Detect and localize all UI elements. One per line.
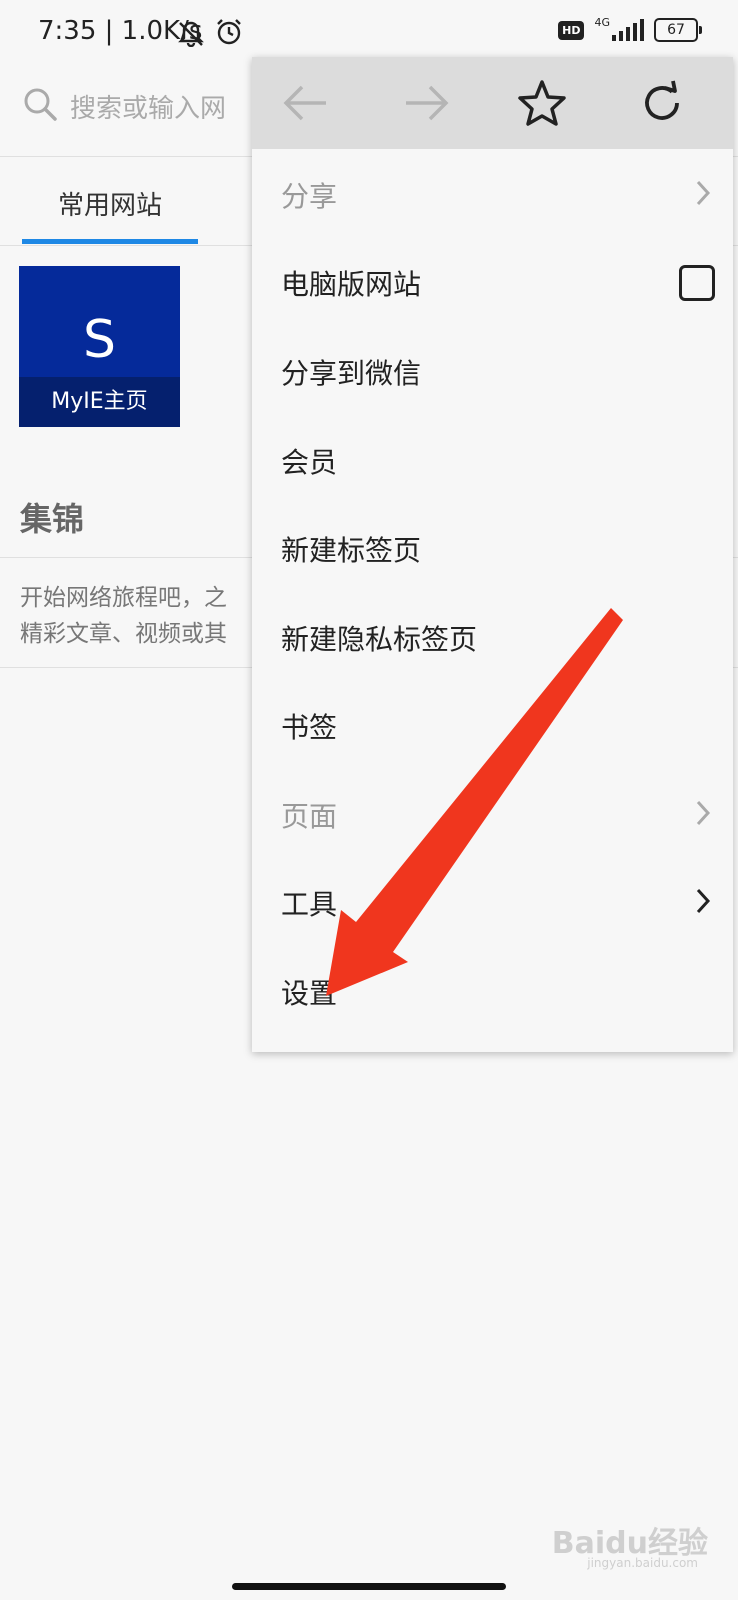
signal-icon	[612, 19, 644, 41]
forward-button[interactable]	[398, 77, 454, 133]
menu-item-desktop-site[interactable]: 电脑版网站	[252, 237, 733, 327]
reload-icon	[639, 80, 685, 130]
menu-item-bookmarks[interactable]: 书签	[252, 680, 733, 770]
home-indicator[interactable]	[232, 1583, 506, 1590]
search-icon[interactable]	[22, 86, 58, 126]
chevron-right-icon	[695, 179, 711, 211]
menu-item-new-tab[interactable]: 新建标签页	[252, 503, 733, 593]
tab-active-indicator	[22, 239, 198, 244]
status-bar: 7:35 | 1.0K/s HD 4G 67	[0, 0, 738, 64]
arrow-left-icon	[282, 83, 330, 127]
menu-item-share-wechat[interactable]: 分享到微信	[252, 326, 733, 416]
search-input[interactable]: 搜索或输入网	[70, 88, 226, 125]
watermark-url: jingyan.baidu.com	[587, 1556, 698, 1570]
chevron-right-icon	[695, 887, 711, 919]
bookmark-button[interactable]	[514, 77, 570, 133]
menu-toolbar	[252, 57, 733, 149]
menu-item-page[interactable]: 页面	[252, 769, 733, 859]
menu-item-settings[interactable]: 设置	[252, 946, 733, 1036]
menu-item-label: 电脑版网站	[281, 268, 422, 301]
menu-item-label: 书签	[281, 711, 338, 744]
network-type: 4G	[594, 15, 610, 29]
menu-item-label: 新建标签页	[281, 534, 422, 567]
menu-item-label: 分享到微信	[281, 357, 422, 390]
star-icon	[517, 79, 567, 131]
menu-item-label: 分享	[281, 180, 338, 213]
menu-item-new-private-tab[interactable]: 新建隐私标签页	[252, 592, 733, 682]
menu-item-label: 设置	[281, 977, 338, 1010]
tab-frequent-sites[interactable]: 常用网站	[58, 185, 162, 222]
overflow-menu: 分享 电脑版网站 分享到微信 会员 新建标签页 新建隐私标签页 书签 页面 工具…	[252, 57, 733, 1052]
menu-item-membership[interactable]: 会员	[252, 415, 733, 505]
desktop-site-checkbox[interactable]	[679, 265, 715, 301]
battery-icon: 67	[654, 18, 702, 42]
arrow-right-icon	[402, 83, 450, 127]
menu-item-label: 新建隐私标签页	[281, 623, 478, 656]
menu-item-tools[interactable]: 工具	[252, 857, 733, 947]
bell-off-icon	[176, 17, 206, 51]
back-button[interactable]	[278, 77, 334, 133]
alarm-icon	[214, 17, 244, 51]
menu-item-share[interactable]: 分享	[252, 149, 733, 239]
shortcut-tile-letter: S	[82, 310, 116, 370]
hd-badge: HD	[558, 20, 585, 40]
menu-item-label: 会员	[281, 446, 338, 479]
collections-title: 集锦	[20, 500, 85, 538]
shortcut-tile-label: MyIE主页	[19, 377, 180, 427]
shortcut-tile[interactable]: S MyIE主页	[19, 266, 180, 427]
menu-item-label: 页面	[281, 800, 338, 833]
chevron-right-icon	[695, 799, 711, 831]
collections-description: 开始网络旅程吧，之 精彩文章、视频或其	[20, 585, 227, 647]
menu-item-label: 工具	[281, 888, 338, 921]
reload-button[interactable]	[634, 77, 690, 133]
